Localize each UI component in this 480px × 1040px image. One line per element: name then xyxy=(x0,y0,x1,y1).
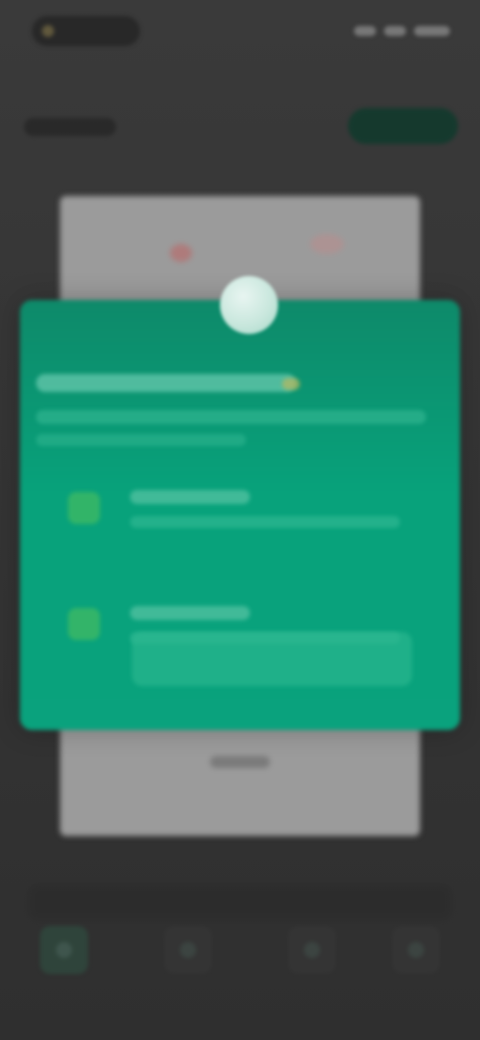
status-indicator-icon xyxy=(42,25,54,37)
bottom-navigation xyxy=(0,880,480,1040)
decorative-mark xyxy=(310,234,344,254)
check-icon xyxy=(68,608,100,640)
sheet-title xyxy=(36,374,296,392)
nav-home[interactable] xyxy=(40,926,88,974)
home-icon xyxy=(56,942,72,958)
background-card-footer xyxy=(210,756,270,768)
battery-icon xyxy=(414,26,450,36)
status-time-pill xyxy=(32,16,140,46)
decorative-mark xyxy=(170,244,192,262)
header-title xyxy=(24,118,116,136)
signal-icon xyxy=(354,26,376,36)
search-icon xyxy=(180,942,196,958)
option-title xyxy=(130,490,250,504)
badge-icon xyxy=(282,378,300,390)
sheet-cta-button[interactable] xyxy=(132,632,412,686)
blurred-screenshot xyxy=(0,0,480,1040)
header-action-button[interactable] xyxy=(348,108,458,144)
avatar xyxy=(220,276,278,334)
option-description xyxy=(130,516,400,528)
menu-icon xyxy=(408,942,424,958)
check-icon xyxy=(68,492,100,524)
wifi-icon xyxy=(384,26,406,36)
option-title xyxy=(130,606,250,620)
status-icons xyxy=(354,22,450,40)
sheet-subtitle xyxy=(36,410,426,424)
nav-menu[interactable] xyxy=(392,926,440,974)
nav-search[interactable] xyxy=(164,926,212,974)
option-item[interactable] xyxy=(54,470,424,556)
nav-profile[interactable] xyxy=(288,926,336,974)
sheet-subtitle-continuation xyxy=(36,434,246,446)
profile-icon xyxy=(304,942,320,958)
status-bar xyxy=(0,0,480,64)
